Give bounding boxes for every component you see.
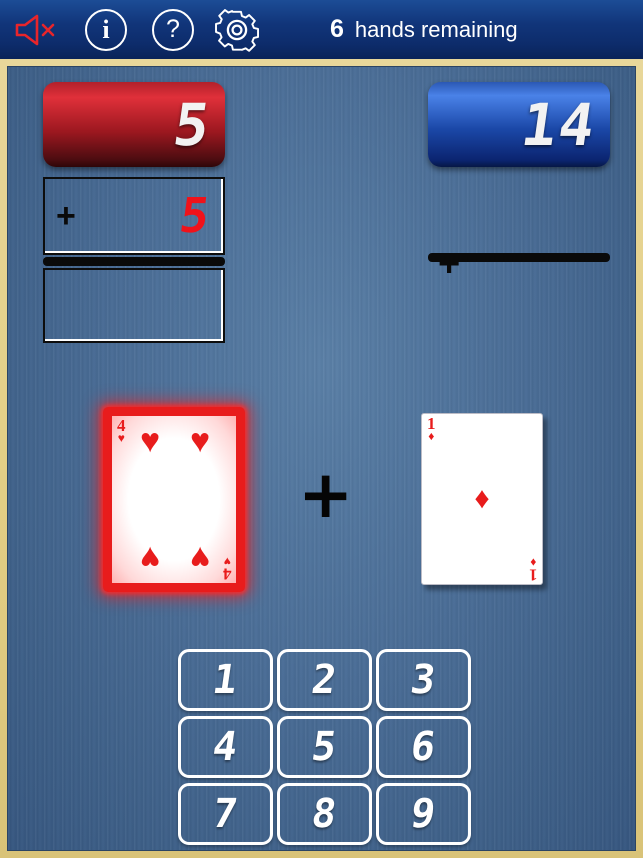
- hands-count: 6: [330, 15, 344, 43]
- card-right-index-top: 1 ♦: [427, 414, 436, 443]
- card-left-pip: ♥: [190, 422, 211, 460]
- game-frame: 5 14 + 5 + 4 ♥ 4 ♥ ♥ ♥ ♥ ♥ + 1 ♦ 1 ♦ ♦ 1…: [0, 59, 643, 858]
- key-confirm[interactable]: [376, 850, 471, 851]
- red-display-value: 5: [169, 90, 216, 159]
- left-addend-box[interactable]: + 5: [43, 177, 225, 255]
- key-3-label: 3: [407, 657, 440, 703]
- key-2[interactable]: 2: [277, 649, 372, 711]
- game-field: 5 14 + 5 + 4 ♥ 4 ♥ ♥ ♥ ♥ ♥ + 1 ♦ 1 ♦ ♦ 1…: [7, 66, 636, 851]
- card-left-pip: ♥: [140, 539, 161, 577]
- key-1[interactable]: 1: [178, 649, 273, 711]
- card-right[interactable]: 1 ♦ 1 ♦ ♦: [421, 413, 543, 585]
- left-plus-operator: +: [56, 197, 76, 235]
- card-left-index-top: 4 ♥: [117, 416, 126, 445]
- settings-button[interactable]: [206, 0, 268, 59]
- key-7[interactable]: 7: [178, 783, 273, 845]
- left-answer-box[interactable]: [43, 268, 225, 343]
- cards-plus-operator: +: [298, 456, 354, 533]
- key-9[interactable]: 9: [376, 783, 471, 845]
- card-right-pip: ♦: [474, 482, 490, 515]
- info-icon: i: [85, 8, 127, 51]
- key-1-label: 1: [209, 657, 242, 703]
- left-addend-value: 5: [176, 188, 214, 244]
- key-6-label: 6: [407, 724, 440, 770]
- card-left-selected[interactable]: 4 ♥ 4 ♥ ♥ ♥ ♥ ♥: [103, 407, 245, 592]
- card-left-pip: ♥: [190, 539, 211, 577]
- key-undo[interactable]: [178, 850, 273, 851]
- hands-label: hands remaining: [354, 16, 518, 42]
- top-toolbar: i ? 6 hands remaining: [0, 0, 643, 59]
- key-9-label: 9: [407, 791, 440, 837]
- sound-toggle-button[interactable]: [0, 0, 72, 59]
- player-score-display-red: 5: [39, 78, 229, 171]
- key-0[interactable]: 0: [277, 850, 372, 851]
- info-button[interactable]: i: [72, 0, 140, 59]
- app-root: i ? 6 hands remaining 5 14 + 5 + 4 ♥ 4 ♥…: [0, 0, 643, 858]
- player-score-display-blue: 14: [424, 78, 614, 171]
- right-sum-rule: [428, 253, 610, 262]
- key-8-label: 8: [308, 791, 341, 837]
- card-right-index-bottom: 1 ♦: [528, 555, 538, 584]
- key-2-label: 2: [308, 657, 341, 703]
- blue-display-value: 14: [517, 90, 601, 159]
- speaker-muted-icon: [15, 14, 55, 45]
- key-4-label: 4: [209, 724, 242, 770]
- key-5-label: 5: [308, 724, 341, 770]
- key-4[interactable]: 4: [178, 716, 273, 778]
- right-plus-operator: +: [438, 243, 461, 285]
- card-left-index-bottom: 4 ♥: [222, 554, 232, 583]
- gear-icon: [215, 8, 259, 52]
- left-sum-rule: [43, 257, 225, 266]
- key-8[interactable]: 8: [277, 783, 372, 845]
- question-mark-icon: ?: [152, 8, 194, 51]
- key-3[interactable]: 3: [376, 649, 471, 711]
- key-7-label: 7: [209, 791, 242, 837]
- key-5[interactable]: 5: [277, 716, 372, 778]
- help-button[interactable]: ?: [140, 0, 206, 59]
- hands-remaining-status: 6 hands remaining: [330, 0, 518, 59]
- key-6[interactable]: 6: [376, 716, 471, 778]
- number-keypad: 1 2 3 4 5 6 7 8 9 0: [178, 649, 471, 851]
- card-left-pip: ♥: [140, 422, 161, 460]
